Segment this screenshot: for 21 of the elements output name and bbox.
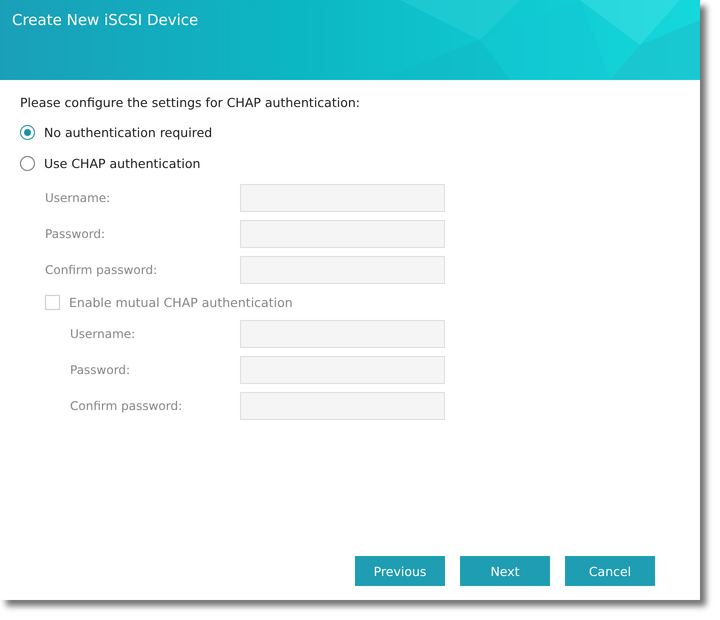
field-label: Confirm password: [44,263,158,277]
field-label: Confirm password: [69,399,184,413]
input-field[interactable] [240,320,445,348]
field-label: Username: [69,327,136,341]
instruction-text: Please configure the settings for CHAP authentication: [20,95,361,110]
field-label: Password: [69,363,132,377]
window-title: Create New iSCSI Device [12,11,198,29]
dialog-button[interactable]: Next [460,556,550,586]
radio-option[interactable]: Use CHAP authentication [20,153,200,173]
radio-icon[interactable] [20,124,35,140]
input-field[interactable] [240,256,445,284]
input-field[interactable] [240,220,445,248]
dialog-button[interactable]: Previous [355,556,445,586]
radio-icon[interactable] [20,156,35,170]
field-label: Password: [44,227,106,241]
input-field[interactable] [240,184,445,212]
dialog-button[interactable]: Cancel [565,556,655,586]
radio-option[interactable]: No authentication required [20,122,212,142]
input-field[interactable] [240,356,445,384]
input-field[interactable] [240,392,445,420]
field-label: Username: [44,191,112,205]
